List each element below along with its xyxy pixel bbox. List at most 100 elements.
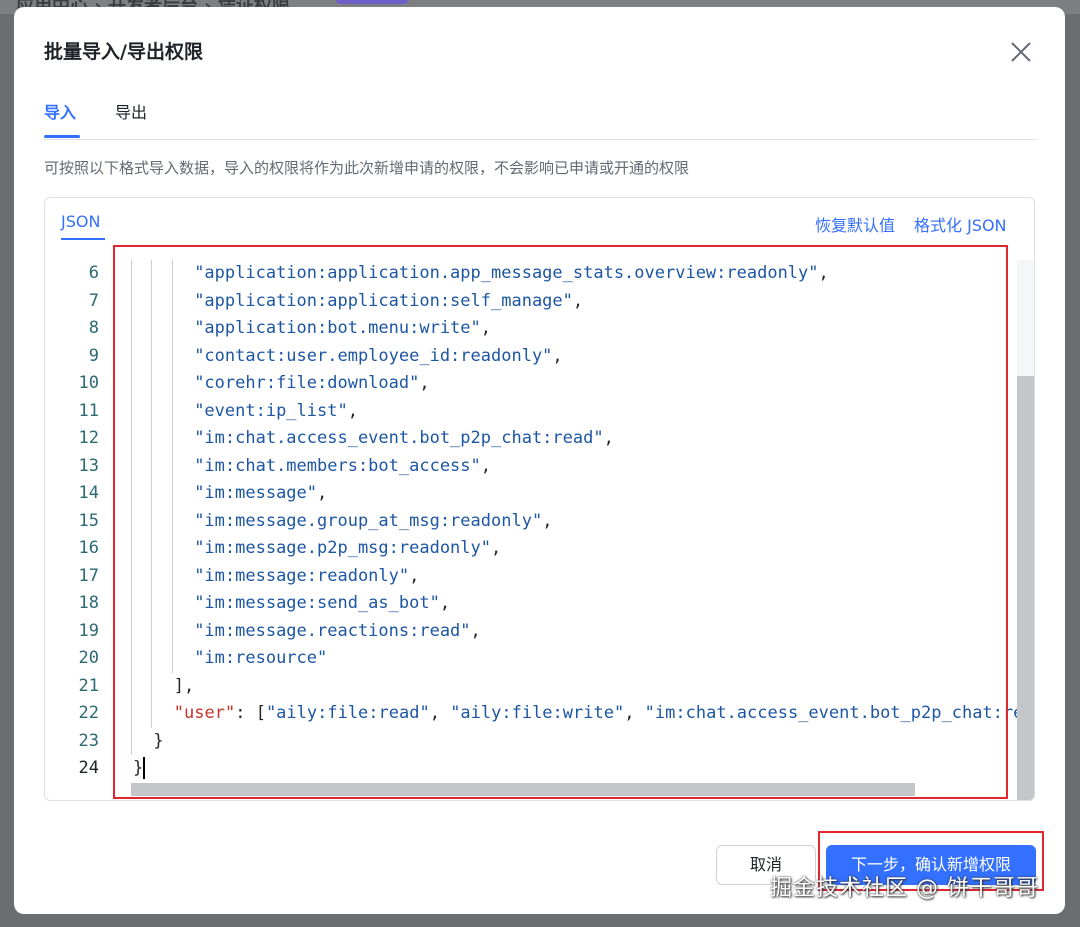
code-line[interactable]: 21], — [45, 672, 1017, 700]
indent-guide — [151, 260, 153, 288]
import-description: 可按照以下格式导入数据，导入的权限将作为此次新增申请的权限，不会影响已申请或开通… — [44, 159, 690, 177]
line-number: 13 — [78, 455, 99, 476]
indent-guide — [171, 535, 173, 563]
tab-export[interactable]: 导出 — [115, 99, 147, 123]
indent-guide — [131, 535, 132, 563]
code-line[interactable]: 13 "im:chat.members:bot_access", — [45, 452, 1017, 480]
json-string: "im:chat.access_event.bot_p2p_chat:read" — [644, 703, 1017, 723]
code-text: } — [133, 755, 146, 783]
code-text: "application:application.app_message_sta… — [194, 260, 829, 288]
json-string: "im:message:readonly" — [194, 565, 410, 586]
line-number: 20 — [78, 648, 99, 668]
code-line[interactable]: 19 "im:message.reactions:read", — [45, 617, 1017, 646]
line-number: 9 — [88, 345, 99, 366]
code-text: "im:chat.access_event.bot_p2p_chat:read"… — [194, 425, 614, 453]
line-number: 14 — [78, 483, 99, 503]
code-text: "im:message.reactions:read", — [194, 618, 481, 646]
line-number: 22 — [78, 703, 99, 723]
code-area[interactable]: 6 "application:application.app_message_st… — [45, 260, 1017, 790]
code-line[interactable]: 18 "im:message:send_as_bot", — [45, 590, 1017, 618]
indent-guide — [151, 480, 153, 508]
json-string: "im:chat.members:bot_access" — [194, 455, 481, 476]
json-punctuation: , — [552, 345, 563, 366]
indent-guide — [171, 425, 173, 453]
line-number: 15 — [78, 510, 99, 531]
json-punctuation: , — [347, 400, 358, 421]
code-line[interactable]: 9 "contact:user.employee_id:readonly", — [45, 342, 1017, 370]
indent-guide — [151, 507, 153, 535]
json-editor[interactable]: JSON 恢复默认值 格式化 JSON 6 "application:applic… — [44, 197, 1035, 801]
code-line[interactable]: 6 "application:application.app_message_st… — [45, 260, 1017, 288]
indent-guide — [151, 397, 153, 425]
json-punctuation: , — [603, 428, 614, 448]
code-line[interactable]: 7 "application:application:self_manage", — [45, 287, 1017, 316]
code-text: "application:application:self_manage", — [194, 288, 583, 316]
indent-guide — [131, 700, 132, 728]
code-line[interactable]: 23} — [45, 727, 1017, 756]
json-punctuation: ], — [173, 675, 195, 696]
tab-json[interactable]: JSON — [61, 212, 100, 231]
vertical-scrollbar-thumb[interactable] — [1017, 376, 1034, 800]
json-punctuation: , — [624, 703, 645, 723]
indent-guide — [131, 590, 132, 618]
indent-guide — [131, 727, 132, 755]
code-text: "corehr:file:download", — [194, 370, 429, 398]
line-number: 8 — [88, 318, 99, 338]
json-string: "application:bot.menu:write" — [194, 318, 481, 338]
indent-guide — [131, 617, 132, 645]
code-line[interactable]: 11 "event:ip_list", — [45, 397, 1017, 425]
code-line[interactable]: 12 "im:chat.access_event.bot_p2p_chat:rea… — [45, 425, 1017, 453]
code-text: "im:message:send_as_bot", — [194, 590, 450, 618]
json-punctuation: , — [419, 373, 430, 393]
horizontal-scrollbar-thumb[interactable] — [131, 783, 915, 796]
indent-guide — [171, 452, 173, 480]
code-text: "im:message.p2p_msg:readonly", — [194, 535, 501, 563]
json-punctuation: , — [409, 565, 420, 586]
code-line[interactable]: 22 "user": ["aily:file:read", "aily:file:… — [45, 700, 1017, 728]
indent-guide — [171, 287, 173, 315]
code-line[interactable]: 24} — [45, 755, 1017, 783]
background-badge — [336, 0, 408, 4]
json-string: "event:ip_list" — [194, 400, 348, 421]
code-line[interactable]: 8 "application:bot.menu:write", — [45, 315, 1017, 343]
indent-guide — [171, 370, 173, 398]
code-line[interactable]: 20 "im:resource" — [45, 645, 1017, 673]
indent-guide — [131, 287, 132, 315]
indent-guide — [151, 672, 153, 700]
json-string: "aily:file:read" — [265, 703, 430, 723]
json-punctuation: , — [480, 455, 492, 476]
code-line[interactable]: 14 "im:message", — [45, 480, 1017, 508]
close-icon[interactable] — [1008, 39, 1034, 65]
format-json-button[interactable]: 格式化 JSON — [914, 212, 1007, 236]
code-text: } — [153, 728, 163, 756]
reset-default-button[interactable]: 恢复默认值 — [815, 212, 895, 236]
code-line[interactable]: 10 "corehr:file:download", — [45, 370, 1017, 398]
json-punctuation: , — [818, 263, 829, 283]
indent-guide — [151, 287, 153, 315]
json-punctuation: } — [133, 758, 144, 778]
code-line[interactable]: 15 "im:message.group_at_msg:readonly", — [45, 507, 1017, 535]
json-string: "im:message.p2p_msg:readonly" — [194, 538, 491, 558]
code-line[interactable]: 17 "im:message:readonly", — [45, 562, 1017, 590]
json-key: "user" — [173, 703, 236, 723]
indent-guide — [171, 617, 173, 645]
indent-guide — [131, 397, 132, 425]
line-number: 12 — [78, 428, 99, 448]
json-punctuation: , — [491, 538, 502, 558]
indent-guide — [131, 672, 132, 700]
json-punctuation: , — [439, 593, 451, 613]
indent-guide — [131, 370, 132, 398]
active-tab-indicator — [44, 135, 80, 138]
line-number: 24 — [78, 758, 99, 778]
json-punctuation: , — [542, 510, 553, 531]
indent-guide — [151, 370, 153, 398]
code-text: "im:resource" — [194, 645, 327, 673]
code-line[interactable]: 16 "im:message.p2p_msg:readonly", — [45, 535, 1017, 563]
text-cursor — [143, 757, 146, 779]
code-text: "im:message", — [194, 480, 327, 508]
indent-guide — [151, 590, 153, 618]
tab-import[interactable]: 导入 — [44, 99, 76, 123]
json-string: "im:message.reactions:read" — [194, 620, 471, 641]
indent-guide — [131, 480, 132, 508]
line-number: 6 — [88, 263, 99, 283]
